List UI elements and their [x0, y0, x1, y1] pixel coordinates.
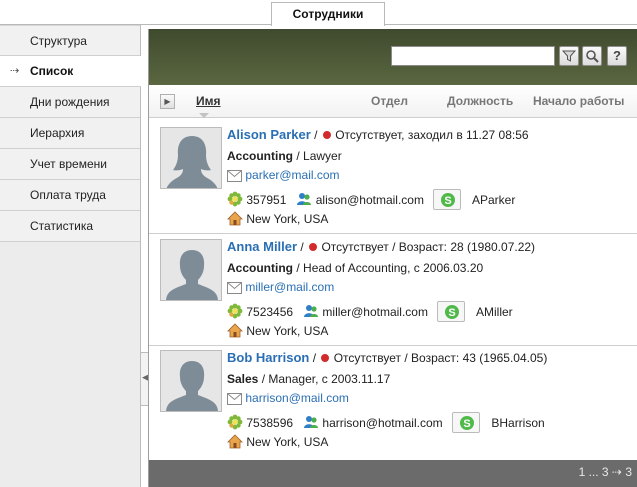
- search-button[interactable]: [582, 46, 602, 66]
- employee-icq: 7538596: [246, 416, 294, 430]
- column-start-date[interactable]: Начало работы: [533, 94, 624, 108]
- arrow-right-icon: ⇢: [10, 65, 20, 77]
- msn-icon: [304, 416, 319, 428]
- pagination-links[interactable]: 1 ... 3 ⇢ 3: [579, 465, 632, 479]
- employee-icq: 357951: [246, 193, 287, 207]
- employee-status: Отсутствует, заходил в 11.27 08:56: [335, 128, 529, 142]
- home-icon: [227, 434, 243, 449]
- sort-indicator-icon: [199, 113, 209, 118]
- sidebar-item-label: Оплата труда: [30, 188, 106, 202]
- employee-msn: harrison@hotmail.com: [322, 416, 443, 430]
- employee-msn: miller@hotmail.com: [322, 305, 428, 319]
- employee-card: Anna Miller / Отсутствует / Возраст: 28 …: [149, 235, 637, 346]
- sidebar-item-label: Структура: [30, 34, 87, 48]
- employee-position: Lawyer: [303, 149, 342, 163]
- column-header-row: ▶ Имя Отдел Должность Начало работы: [149, 85, 637, 118]
- mail-icon: [227, 282, 242, 294]
- skype-icon: S: [445, 305, 460, 319]
- skype-button[interactable]: S: [437, 301, 466, 322]
- employee-name-link[interactable]: Anna Miller: [227, 239, 297, 254]
- sidebar-item-label: Список: [30, 64, 74, 78]
- toolbar: ?: [149, 29, 637, 85]
- sidebar-item-birthdays[interactable]: Дни рождения: [0, 87, 140, 118]
- search-input[interactable]: [391, 46, 555, 66]
- employee-skype: AMiller: [475, 305, 513, 319]
- home-icon: [227, 211, 243, 226]
- status-dot-icon: [321, 354, 330, 362]
- top-tab-bar: Сотрудники: [0, 0, 637, 26]
- home-icon: [227, 323, 243, 338]
- employee-department: Accounting: [227, 261, 293, 275]
- icq-icon: [227, 414, 243, 430]
- icq-icon: [227, 191, 243, 207]
- expand-columns-button[interactable]: ▶: [160, 94, 175, 109]
- skype-button[interactable]: S: [433, 189, 462, 210]
- filter-button[interactable]: [559, 46, 579, 66]
- mail-icon: [227, 393, 242, 405]
- column-position[interactable]: Должность: [447, 94, 513, 108]
- employee-name-link[interactable]: Alison Parker: [227, 127, 311, 142]
- sidebar-item-payroll[interactable]: Оплата труда: [0, 180, 140, 211]
- sidebar-item-statistics[interactable]: Статистика: [0, 211, 140, 242]
- employee-card: Alison Parker / Отсутствует, заходил в 1…: [149, 123, 637, 234]
- column-name[interactable]: Имя: [196, 94, 221, 108]
- sidebar: Структура ⇢ Список Дни рождения Иерархия …: [0, 25, 141, 487]
- msn-icon: [304, 305, 319, 317]
- status-dot-icon: [309, 243, 318, 251]
- employee-location: New York, USA: [246, 324, 329, 338]
- employee-status: Отсутствует / Возраст: 28 (1980.07.22): [321, 240, 536, 254]
- employee-email-link[interactable]: miller@mail.com: [245, 280, 334, 294]
- separator: /: [300, 240, 304, 254]
- tab-employees[interactable]: Сотрудники: [271, 2, 385, 26]
- skype-icon: S: [460, 416, 474, 430]
- pagination-bar: 1 ... 3 ⇢ 3: [149, 460, 637, 487]
- employee-email-link[interactable]: harrison@mail.com: [245, 391, 349, 405]
- employee-email-link[interactable]: parker@mail.com: [245, 168, 339, 182]
- employee-list-panel: ? ▶ Имя Отдел Должность Начало работы Al…: [148, 29, 637, 487]
- filter-icon: [562, 50, 576, 62]
- avatar: [160, 127, 222, 189]
- sidebar-item-time-tracking[interactable]: Учет времени: [0, 149, 140, 180]
- employee-msn: alison@hotmail.com: [315, 193, 424, 207]
- msn-icon: [297, 193, 312, 205]
- mail-icon: [227, 170, 242, 182]
- employee-department: Sales: [227, 372, 259, 386]
- employee-department: Accounting: [227, 149, 293, 163]
- sidebar-item-label: Учет времени: [30, 157, 107, 171]
- help-button[interactable]: ?: [607, 46, 627, 66]
- svg-text:S: S: [463, 418, 470, 430]
- svg-text:S: S: [445, 195, 452, 207]
- employee-name-link[interactable]: Bob Harrison: [227, 350, 309, 365]
- separator: /: [314, 128, 318, 142]
- column-department[interactable]: Отдел: [371, 94, 408, 108]
- sidebar-item-list[interactable]: ⇢ Список: [0, 56, 141, 87]
- sidebar-item-label: Статистика: [30, 219, 94, 233]
- avatar: [160, 350, 222, 412]
- skype-button[interactable]: S: [452, 412, 480, 433]
- svg-text:S: S: [449, 307, 456, 319]
- employee-status: Отсутствует / Возраст: 43 (1965.04.05): [333, 351, 548, 365]
- icq-icon: [227, 303, 243, 319]
- separator: /: [312, 351, 317, 365]
- employee-icq: 7523456: [246, 305, 294, 319]
- status-dot-icon: [322, 131, 331, 139]
- employee-skype: BHarrison: [491, 416, 545, 430]
- employee-card: Bob Harrison / Отсутствует / Возраст: 43…: [149, 346, 637, 457]
- avatar: [160, 239, 222, 301]
- employee-position: Head of Accounting, с 2006.03.20: [303, 261, 484, 275]
- sidebar-item-structure[interactable]: Структура: [0, 25, 140, 56]
- sidebar-item-label: Иерархия: [30, 126, 85, 140]
- skype-icon: S: [441, 193, 456, 207]
- employee-location: New York, USA: [246, 212, 329, 226]
- sidebar-item-label: Дни рождения: [30, 95, 110, 109]
- employee-skype: AParker: [472, 193, 516, 207]
- employee-location: New York, USA: [246, 435, 329, 449]
- search-icon: [586, 50, 599, 63]
- sidebar-item-hierarchy[interactable]: Иерархия: [0, 118, 140, 149]
- employee-position: Manager, с 2003.11.17: [268, 372, 391, 386]
